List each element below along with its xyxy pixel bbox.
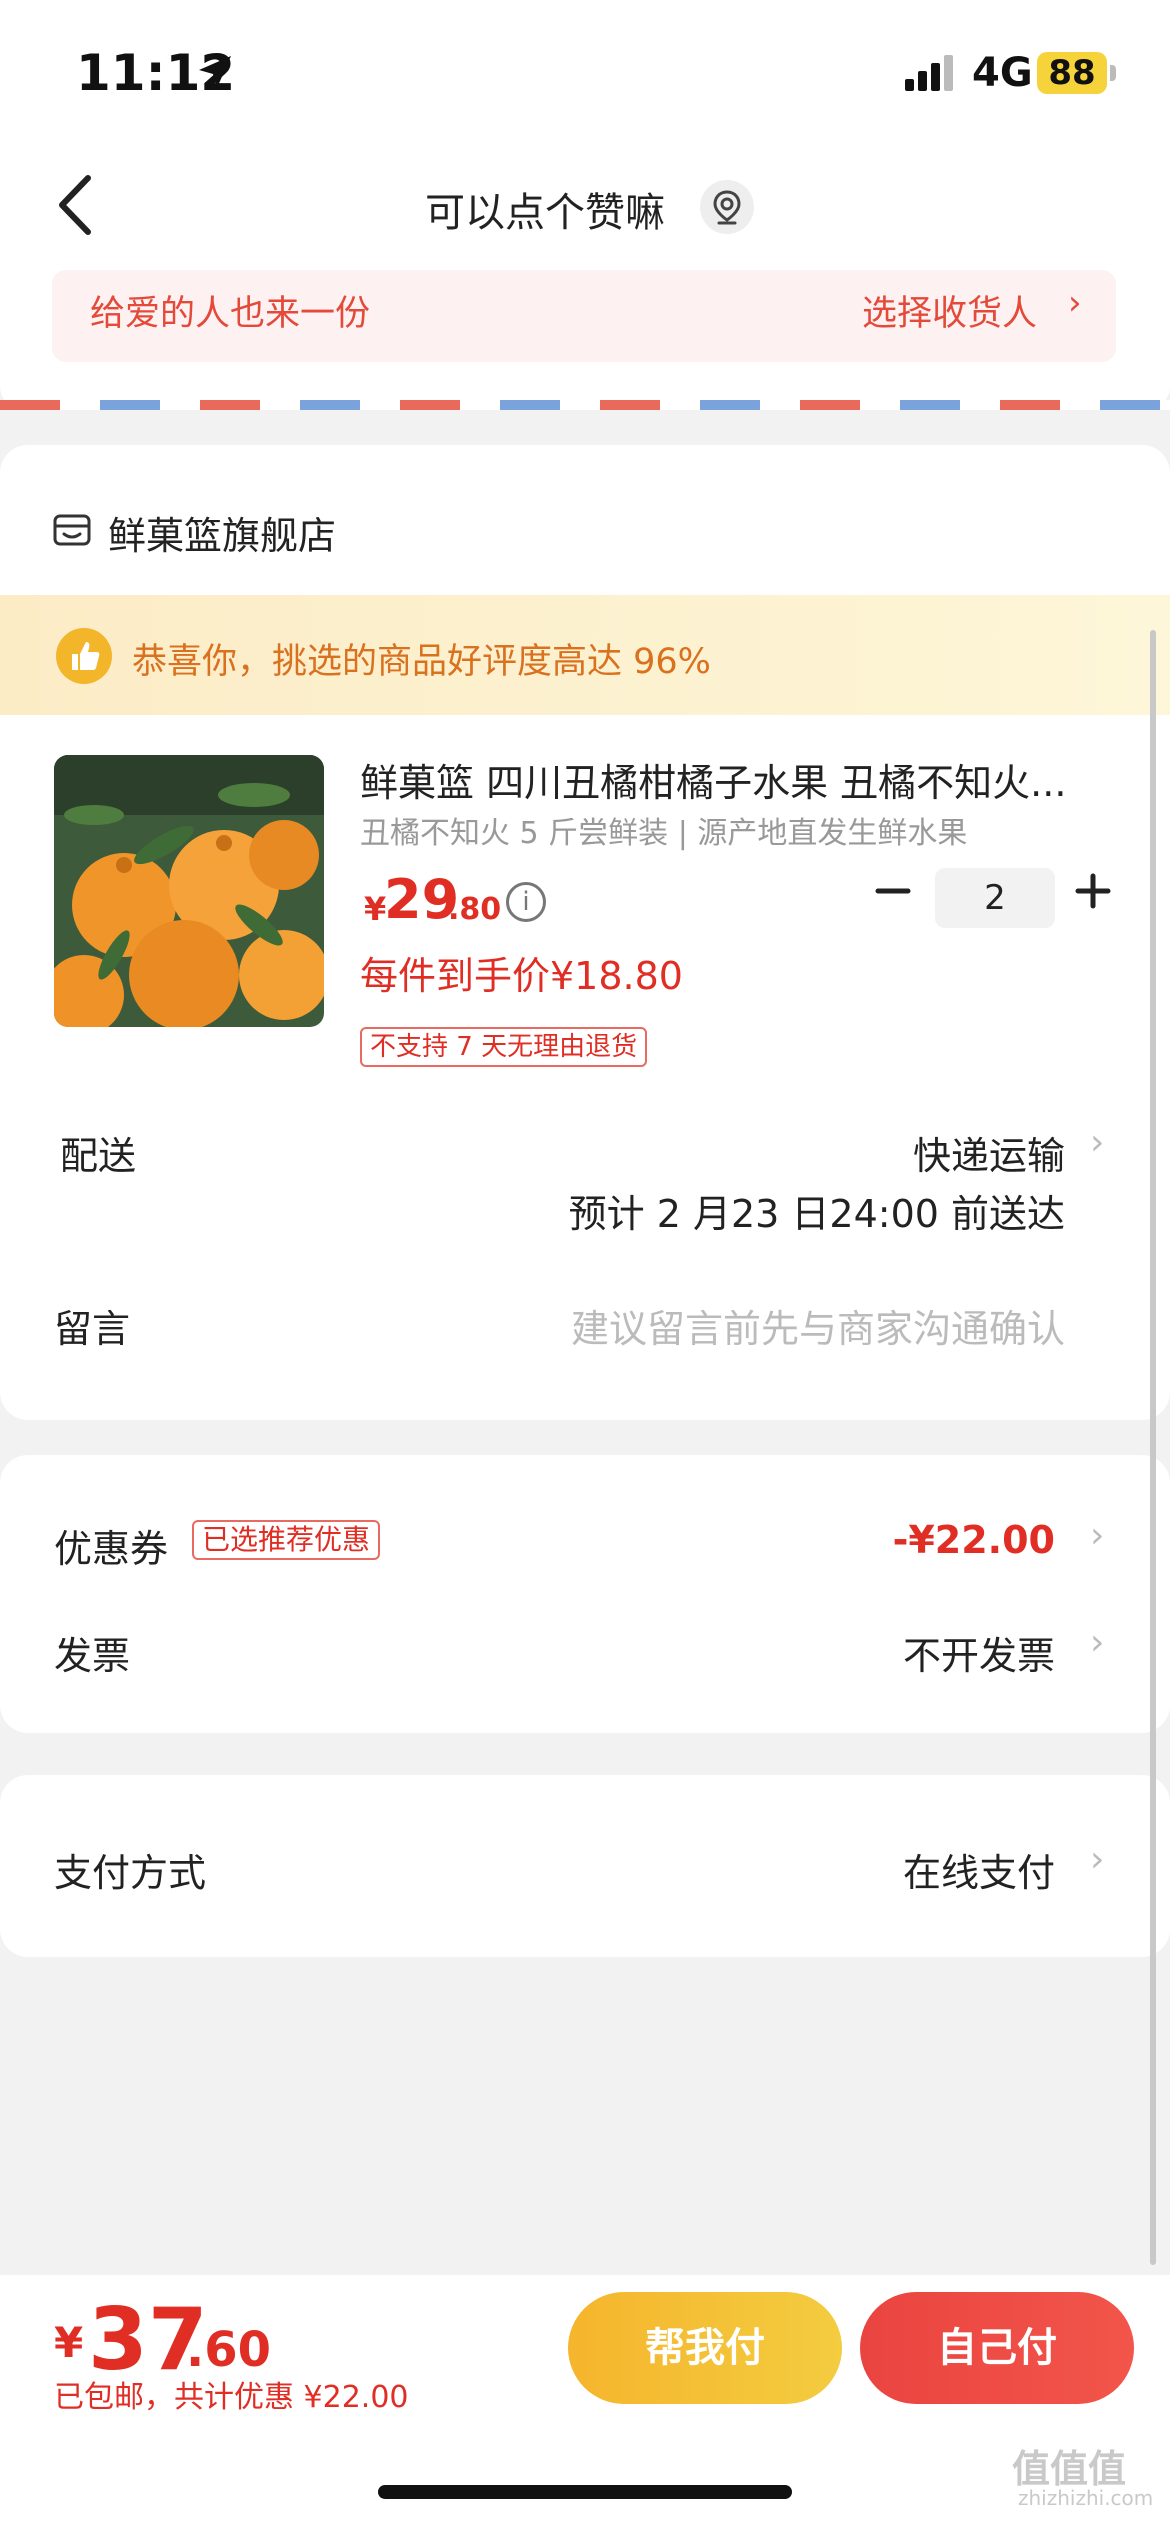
message-input[interactable]: 建议留言前先与商家沟通确认 xyxy=(550,1298,1065,1353)
delivery-eta: 预计 2 月23 日24:00 前送达 xyxy=(568,1192,1065,1236)
signal-icon xyxy=(905,55,955,91)
quantity-field[interactable]: 2 xyxy=(935,868,1055,928)
network-label: 4G xyxy=(972,50,1033,96)
location-arrow-icon xyxy=(199,56,231,88)
home-indicator[interactable] xyxy=(378,2485,792,2499)
shop-icon xyxy=(53,514,91,546)
chevron-right-icon: › xyxy=(1068,283,1082,323)
chevron-right-icon: › xyxy=(1090,1515,1105,1556)
choose-recipient-link[interactable]: 选择收货人 xyxy=(862,285,1037,336)
total-note: 已包邮，共计优惠 ¥22.00 xyxy=(54,2380,409,2415)
invoice-label: 发票 xyxy=(54,1634,131,1678)
praise-text: 恭喜你，挑选的商品好评度高达 96% xyxy=(132,642,711,682)
coupon-invoice-card xyxy=(0,1455,1170,1733)
chevron-right-icon: › xyxy=(1090,1122,1105,1163)
chevron-right-icon: › xyxy=(1090,1839,1105,1880)
message-label: 留言 xyxy=(54,1307,131,1351)
coupon-value[interactable]: -¥22.00 xyxy=(800,1518,1055,1562)
delivery-method[interactable]: 快递运输 xyxy=(660,1125,1065,1180)
product-image[interactable] xyxy=(54,755,324,1027)
thumbs-up-icon xyxy=(56,628,112,684)
battery-icon: 88 xyxy=(1037,52,1107,94)
payment-value[interactable]: 在线支付 xyxy=(700,1842,1055,1897)
page-title: 可以点个赞嘛 xyxy=(425,190,665,236)
self-pay-button[interactable]: 自己付 xyxy=(860,2292,1134,2404)
product-spec[interactable]: 丑橘不知火 5 斤尝鲜装 | 源产地直发生鲜水果 xyxy=(360,808,967,852)
location-pin-icon xyxy=(713,190,741,225)
price-decimal: .80 xyxy=(448,892,502,927)
no-return-tag: 不支持 7 天无理由退货 xyxy=(360,1027,648,1067)
watermark-url: zhizhizhi.com xyxy=(1018,2486,1154,2510)
help-pay-button[interactable]: 帮我付 xyxy=(568,2292,842,2404)
location-pin-button[interactable] xyxy=(700,180,754,234)
delivery-label: 配送 xyxy=(60,1134,137,1178)
shop-name[interactable]: 鲜菓篮旗舰店 xyxy=(108,505,336,560)
chevron-right-icon: › xyxy=(1090,1622,1105,1663)
each-price: 每件到手价¥18.80 xyxy=(360,954,683,998)
scrollbar[interactable] xyxy=(1150,630,1156,2265)
minus-icon[interactable] xyxy=(874,872,912,910)
battery-tip xyxy=(1110,65,1116,81)
price-symbol: ¥ xyxy=(364,890,387,928)
product-title[interactable]: 鲜菓篮 四川丑橘柑橘子水果 丑橘不知火... xyxy=(360,752,1100,807)
info-icon[interactable]: i xyxy=(506,882,546,922)
coupon-tag: 已选推荐优惠 xyxy=(192,1520,381,1560)
gift-text: 给爱的人也来一份 xyxy=(90,294,371,334)
total-decimal: .60 xyxy=(186,2322,272,2378)
total-symbol: ¥ xyxy=(54,2318,84,2367)
airmail-border xyxy=(0,400,1170,410)
watermark: 值值值 xyxy=(1012,2447,1127,2491)
plus-icon[interactable] xyxy=(1074,872,1112,910)
payment-label: 支付方式 xyxy=(54,1851,207,1895)
invoice-value[interactable]: 不开发票 xyxy=(700,1625,1055,1680)
coupon-label: 优惠券 xyxy=(54,1527,169,1571)
